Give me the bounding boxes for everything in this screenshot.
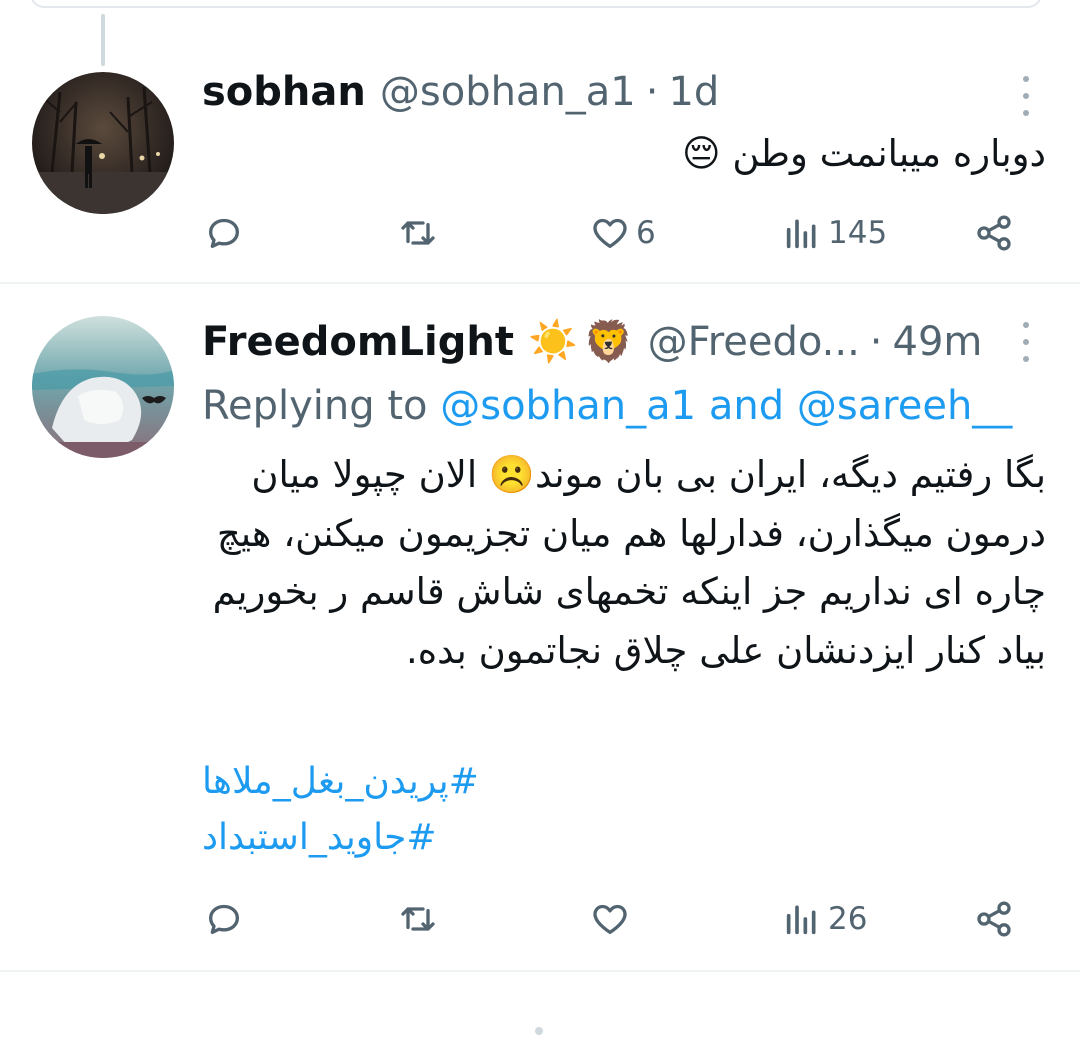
more-options-icon[interactable] — [1016, 322, 1036, 362]
mention-link[interactable]: @sobhan_a1 — [440, 383, 696, 429]
replying-to-label: Replying to — [202, 383, 441, 429]
like-button[interactable] — [590, 894, 636, 944]
views-count: 26 — [828, 901, 868, 937]
tweet-text: بگا رفتیم دیگه، ایران بی بان موند☹️ الان… — [212, 453, 1046, 672]
retweet-button[interactable] — [398, 894, 444, 944]
more-dot — [1023, 356, 1029, 362]
heart-icon — [593, 218, 627, 248]
retweet-button[interactable] — [398, 208, 444, 258]
mention-link[interactable]: @sareeh__ — [797, 383, 1013, 429]
avatar-image — [32, 316, 174, 458]
separator: · — [645, 69, 659, 115]
hashtag-list: #پریدن_بغل_ملاها #جاوید_استبداد — [202, 754, 479, 866]
tweet-actions: 6 145 — [0, 208, 1080, 258]
username[interactable]: @Freedo... — [648, 316, 860, 368]
tweet[interactable]: sobhan @sobhan_a1 · 1d دوباره میبانمت وط… — [0, 66, 1080, 284]
views-icon — [786, 219, 816, 249]
views-button[interactable]: 26 — [782, 894, 867, 944]
previous-tweet-card — [30, 0, 1042, 8]
reply-button[interactable] — [204, 208, 250, 258]
avatar-image — [32, 72, 174, 214]
like-button[interactable]: 6 — [590, 208, 656, 258]
share-button[interactable] — [974, 894, 1014, 944]
replying-to: Replying to @sobhan_a1 and @sareeh__ — [202, 380, 1012, 432]
views-count: 145 — [828, 215, 888, 251]
reply-icon — [209, 218, 239, 248]
share-icon — [977, 901, 1011, 937]
views-button[interactable]: 145 — [782, 208, 887, 258]
more-dot — [1023, 76, 1029, 82]
lion-badge-icon: 🦁 — [583, 319, 634, 365]
like-count: 6 — [636, 215, 656, 251]
loading-indicator — [535, 1027, 543, 1035]
heart-icon — [593, 904, 627, 934]
username[interactable]: @sobhan_a1 — [380, 66, 636, 118]
tweet-text: دوباره میبانمت وطن 😔 — [682, 132, 1046, 175]
more-dot — [1023, 110, 1029, 116]
tweet-header: sobhan @sobhan_a1 · 1d — [202, 66, 719, 118]
timestamp[interactable]: 49m — [893, 316, 983, 368]
replying-and: and — [696, 383, 797, 429]
thread-connector-line — [101, 14, 105, 66]
share-icon — [977, 215, 1011, 251]
hashtag-link[interactable]: #جاوید_استبداد — [202, 810, 479, 866]
hashtag-link[interactable]: #پریدن_بغل_ملاها — [202, 754, 479, 810]
views-icon — [786, 905, 816, 935]
more-options-icon[interactable] — [1016, 76, 1036, 116]
more-dot — [1023, 93, 1029, 99]
more-dot — [1023, 322, 1029, 328]
tweet-header: FreedomLight ☀️ 🦁 @Freedo... · 49m — [202, 316, 982, 368]
reply-icon — [209, 904, 239, 934]
display-name[interactable]: FreedomLight — [202, 316, 514, 368]
timestamp[interactable]: 1d — [668, 66, 719, 118]
display-name[interactable]: sobhan — [202, 66, 366, 118]
avatar[interactable] — [32, 316, 174, 458]
avatar[interactable] — [32, 72, 174, 214]
tweet-actions: 26 — [0, 894, 1080, 944]
more-dot — [1023, 339, 1029, 345]
retweet-icon — [401, 221, 435, 245]
separator: · — [869, 319, 883, 365]
reply-button[interactable] — [204, 894, 250, 944]
retweet-icon — [401, 907, 435, 931]
tweet[interactable]: FreedomLight ☀️ 🦁 @Freedo... · 49m Reply… — [0, 286, 1080, 972]
sun-badge-icon: ☀️ — [527, 319, 578, 365]
share-button[interactable] — [974, 208, 1014, 258]
